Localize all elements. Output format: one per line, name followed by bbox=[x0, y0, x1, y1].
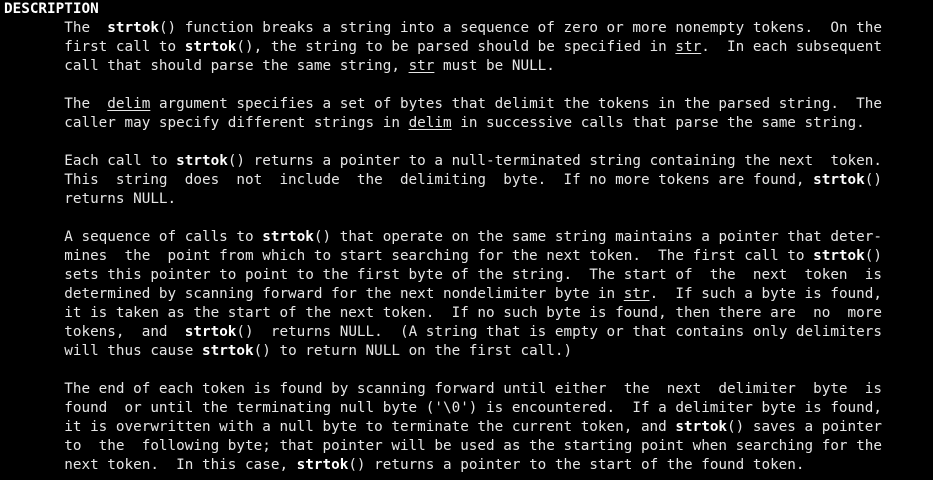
function-name: strtok bbox=[262, 229, 314, 245]
text-segment: found or until the terminating null byte… bbox=[4, 400, 882, 416]
paragraph: The delim argument specifies a set of by… bbox=[4, 95, 933, 133]
function-name: strtok bbox=[813, 248, 865, 264]
text-segment: in successive calls that parse the same … bbox=[451, 115, 865, 131]
text-line: first call to strtok(), the string to be… bbox=[4, 38, 933, 57]
text-segment: sets this pointer to point to the first … bbox=[4, 267, 882, 283]
argument-name: str bbox=[623, 286, 650, 302]
text-segment: Each call to bbox=[4, 153, 177, 169]
paragraph: The end of each token is found by scanni… bbox=[4, 380, 933, 475]
text-segment: () returns a pointer to a null-terminate… bbox=[227, 153, 882, 169]
text-segment: (), the string to be parsed should be sp… bbox=[236, 39, 676, 55]
argument-name: delim bbox=[408, 115, 452, 131]
man-page-body: The strtok() function breaks a string in… bbox=[4, 19, 933, 475]
text-line: tokens, and strtok() returns NULL. (A st… bbox=[4, 323, 933, 342]
section-heading: DESCRIPTION bbox=[4, 1, 99, 17]
text-line: Each call to strtok() returns a pointer … bbox=[4, 152, 933, 171]
text-line: will thus cause strtok() to return NULL … bbox=[4, 342, 933, 361]
text-segment: () saves a pointer bbox=[727, 419, 882, 435]
text-segment: () returns a pointer to the start of the… bbox=[348, 457, 805, 473]
text-line: The delim argument specifies a set of by… bbox=[4, 95, 933, 114]
argument-name: str bbox=[675, 39, 702, 55]
text-segment: mines the point from which to start sear… bbox=[4, 248, 814, 264]
text-line: This string does not include the delimit… bbox=[4, 171, 933, 190]
text-segment: next token. In this case, bbox=[4, 457, 297, 473]
text-segment: The end of each token is found by scanni… bbox=[4, 381, 882, 397]
paragraph: The strtok() function breaks a string in… bbox=[4, 19, 933, 76]
text-segment: will thus cause bbox=[4, 343, 202, 359]
text-segment: returns NULL. bbox=[4, 191, 177, 207]
paragraph: Each call to strtok() returns a pointer … bbox=[4, 152, 933, 209]
text-line: A sequence of calls to strtok() that ope… bbox=[4, 228, 933, 247]
text-segment: A sequence of calls to bbox=[4, 229, 263, 245]
text-segment: This string does not include the delimit… bbox=[4, 172, 814, 188]
argument-name: str bbox=[408, 58, 435, 74]
text-segment: argument specifies a set of bytes that d… bbox=[150, 96, 882, 112]
text-segment: . If such a byte is found, bbox=[649, 286, 882, 302]
text-line: determined by scanning forward for the n… bbox=[4, 285, 933, 304]
text-line: call that should parse the same string, … bbox=[4, 57, 933, 76]
text-segment: it is overwritten with a null byte to te… bbox=[4, 419, 676, 435]
text-segment: The bbox=[4, 96, 108, 112]
function-name: strtok bbox=[296, 457, 349, 473]
text-line: it is taken as the start of the next tok… bbox=[4, 304, 933, 323]
function-name: strtok bbox=[675, 419, 728, 435]
text-line: it is overwritten with a null byte to te… bbox=[4, 418, 933, 437]
terminal-window[interactable]: DESCRIPTION The strtok() function breaks… bbox=[0, 0, 933, 480]
text-line: mines the point from which to start sear… bbox=[4, 247, 933, 266]
text-line: caller may specify different strings in … bbox=[4, 114, 933, 133]
text-segment: to the following byte; that pointer will… bbox=[4, 438, 882, 454]
text-line: sets this pointer to point to the first … bbox=[4, 266, 933, 285]
text-segment: caller may specify different strings in bbox=[4, 115, 409, 131]
text-segment: () function breaks a string into a seque… bbox=[158, 20, 882, 36]
text-segment: must be NULL. bbox=[434, 58, 555, 74]
function-name: strtok bbox=[813, 172, 865, 188]
paragraph: A sequence of calls to strtok() that ope… bbox=[4, 228, 933, 361]
text-segment: tokens, and bbox=[4, 324, 185, 340]
text-segment: () returns NULL. (A string that is empty… bbox=[236, 324, 882, 340]
function-name: strtok bbox=[107, 20, 159, 36]
text-segment: call that should parse the same string, bbox=[4, 58, 409, 74]
text-segment: determined by scanning forward for the n… bbox=[4, 286, 624, 302]
text-line: to the following byte; that pointer will… bbox=[4, 437, 933, 456]
text-segment: () bbox=[864, 172, 882, 188]
function-name: strtok bbox=[184, 39, 237, 55]
text-line: next token. In this case, strtok() retur… bbox=[4, 456, 933, 475]
function-name: strtok bbox=[201, 343, 254, 359]
text-segment: () to return NULL on the first call.) bbox=[253, 343, 573, 359]
text-segment: . In each subsequent bbox=[701, 39, 882, 55]
text-segment: first call to bbox=[4, 39, 185, 55]
text-segment: it is taken as the start of the next tok… bbox=[4, 305, 882, 321]
argument-name: delim bbox=[107, 96, 151, 112]
text-line: found or until the terminating null byte… bbox=[4, 399, 933, 418]
text-line: The end of each token is found by scanni… bbox=[4, 380, 933, 399]
text-segment: () bbox=[864, 248, 882, 264]
text-line: returns NULL. bbox=[4, 190, 933, 209]
text-line: The strtok() function breaks a string in… bbox=[4, 19, 933, 38]
text-segment: () that operate on the same string maint… bbox=[313, 229, 882, 245]
function-name: strtok bbox=[184, 324, 237, 340]
text-segment: The bbox=[4, 20, 108, 36]
function-name: strtok bbox=[176, 153, 228, 169]
